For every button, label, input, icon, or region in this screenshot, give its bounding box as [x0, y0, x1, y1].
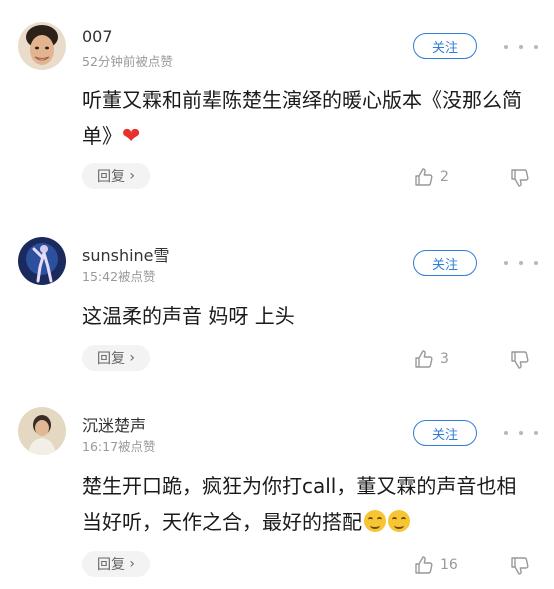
- follow-button[interactable]: 关注: [413, 33, 477, 59]
- reply-button[interactable]: 回复 ›: [82, 163, 150, 189]
- comment-item: 007 52分钟前被点赞 关注 听董又霖和前辈陈楚生演绎的暖心版本《没那么简单》…: [0, 0, 554, 200]
- smile-emoji-icon: [388, 510, 410, 532]
- thumbs-up-icon: [415, 350, 433, 368]
- chevron-right-icon: ›: [129, 168, 136, 184]
- follow-button[interactable]: 关注: [413, 420, 477, 446]
- chevron-right-icon: ›: [129, 556, 136, 572]
- reply-label: 回复: [96, 169, 125, 185]
- thumbs-down-icon[interactable]: [510, 350, 530, 370]
- thumbs-down-icon[interactable]: [510, 168, 530, 188]
- thumbs-up-icon: [415, 556, 433, 574]
- reply-label: 回复: [96, 351, 125, 367]
- like-count: 16: [440, 557, 458, 573]
- avatar[interactable]: [18, 407, 66, 455]
- like-button[interactable]: 3: [414, 348, 449, 370]
- heart-emoji-icon: ❤: [122, 124, 141, 149]
- comment-item: 沉迷楚声 16:17被点赞 关注 楚生开口跪，疯狂为你打call，董又霖的声音也…: [0, 390, 554, 589]
- follow-button[interactable]: 关注: [413, 250, 477, 276]
- avatar[interactable]: [18, 22, 66, 70]
- reply-label: 回复: [96, 557, 125, 573]
- like-button[interactable]: 16: [414, 554, 458, 576]
- comment-text: 楚生开口跪，疯狂为你打call，董又霖的声音也相当好听，天作之合，最好的搭配: [82, 468, 532, 540]
- comment-text-content: 听董又霖和前辈陈楚生演绎的暖心版本《没那么简单》: [82, 88, 522, 148]
- comment-meta: 52分钟前被点赞: [82, 54, 173, 69]
- thumbs-up-icon: [415, 168, 433, 186]
- comment-text: 听董又霖和前辈陈楚生演绎的暖心版本《没那么简单》❤: [82, 82, 532, 155]
- comment-item: sunshine雪 15:42被点赞 关注 这温柔的声音 妈呀 上头 回复 › …: [0, 200, 554, 390]
- more-dots-icon[interactable]: [504, 42, 538, 52]
- more-dots-icon[interactable]: [504, 428, 538, 438]
- comment-meta: 16:17被点赞: [82, 439, 156, 454]
- username[interactable]: sunshine雪: [82, 242, 170, 266]
- reply-button[interactable]: 回复 ›: [82, 345, 150, 371]
- reply-button[interactable]: 回复 ›: [82, 551, 150, 577]
- like-count: 2: [440, 169, 449, 185]
- thumbs-down-icon[interactable]: [510, 556, 530, 576]
- comment-meta: 15:42被点赞: [82, 269, 156, 284]
- avatar[interactable]: [18, 237, 66, 285]
- username[interactable]: 007: [82, 27, 113, 46]
- like-button[interactable]: 2: [414, 166, 449, 188]
- smile-emoji-icon: [364, 510, 386, 532]
- comment-text-content: 楚生开口跪，疯狂为你打call，董又霖的声音也相当好听，天作之合，最好的搭配: [82, 474, 517, 534]
- more-dots-icon[interactable]: [504, 258, 538, 268]
- chevron-right-icon: ›: [129, 350, 136, 366]
- like-count: 3: [440, 351, 449, 367]
- comment-text-content: 这温柔的声音 妈呀 上头: [82, 304, 295, 328]
- comment-text: 这温柔的声音 妈呀 上头: [82, 298, 532, 334]
- username[interactable]: 沉迷楚声: [82, 412, 146, 436]
